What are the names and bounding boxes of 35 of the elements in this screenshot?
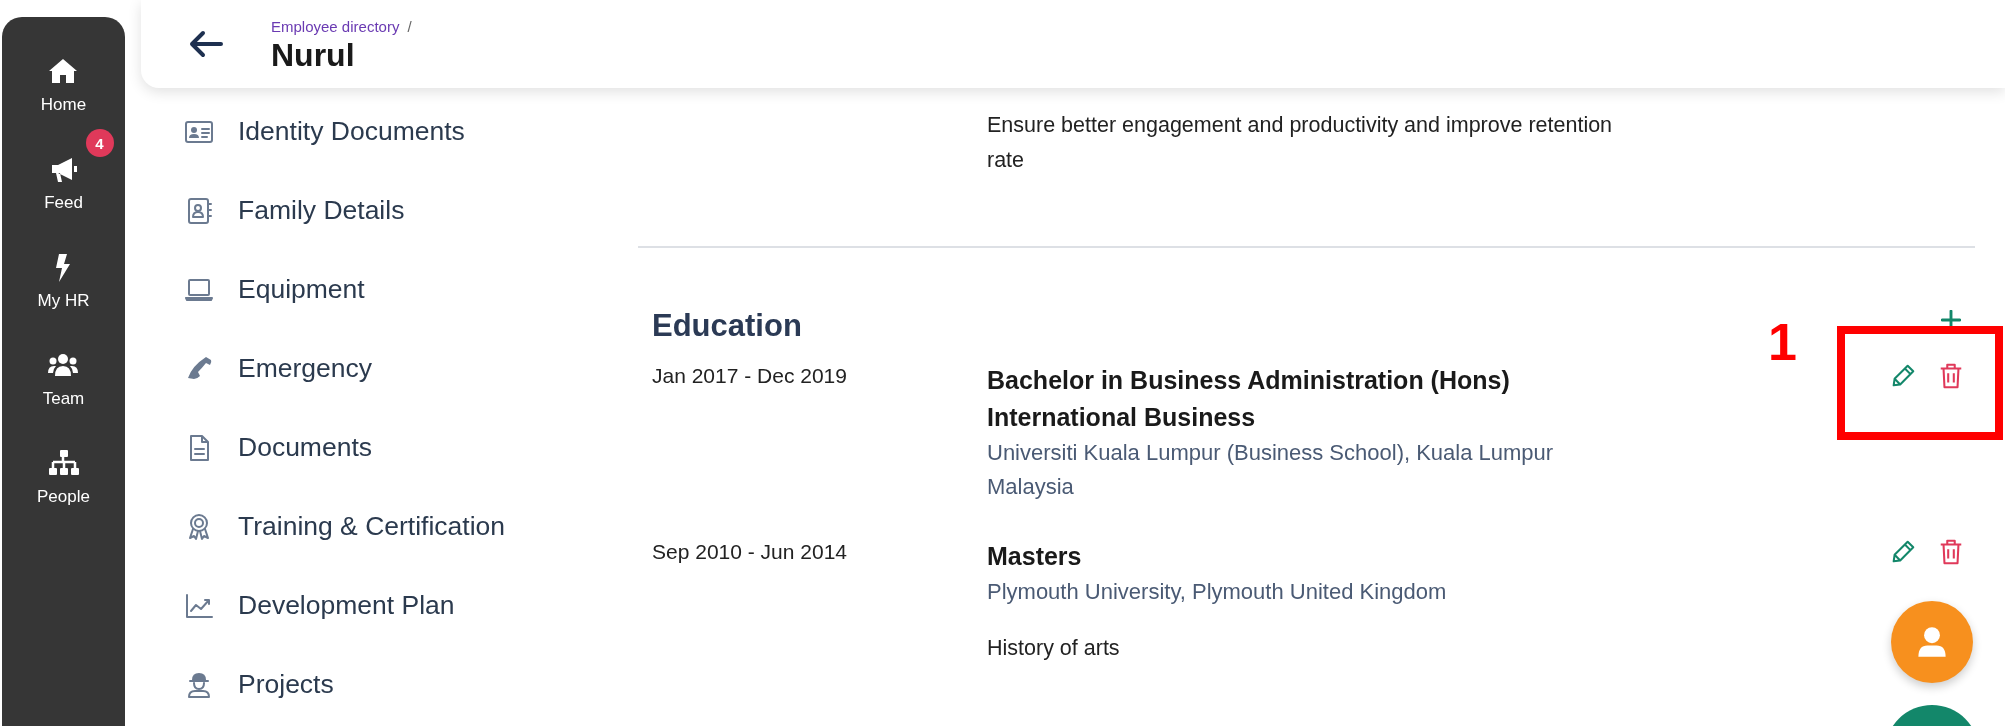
institution: Universiti Kuala Lumpur (Business School), Kuala Lumpur Malaysia — [987, 439, 1555, 501]
menu-item[interactable]: Training & Certification — [141, 487, 622, 566]
menu-item[interactable]: Development Plan — [141, 566, 622, 645]
entry-dates: Sep 2010 - Jun 2014 — [652, 539, 848, 565]
entry-dates: Jan 2017 - Dec 2019 — [652, 363, 848, 389]
menu-item[interactable]: Documents — [141, 408, 622, 487]
nav-item[interactable]: Team — [42, 349, 85, 447]
entry-description: History of arts — [987, 635, 1121, 662]
org-chart-icon — [47, 448, 80, 478]
nav-item[interactable]: People — [37, 447, 90, 545]
nav-label: My HR — [37, 291, 90, 311]
menu-item[interactable]: Emergency — [141, 329, 622, 408]
notification-badge: 4 — [85, 129, 114, 157]
annotation-number: 1 — [1768, 312, 1797, 372]
back-arrow-icon[interactable] — [189, 30, 223, 58]
degree-title: Masters — [987, 541, 1083, 572]
entry-description: Ensure better engagement and productivity and improve retention rate — [987, 112, 1614, 174]
page-title: Nurul — [271, 37, 356, 74]
nav-item[interactable]: Home — [40, 55, 87, 153]
nav-label: People — [37, 487, 90, 507]
nav-item[interactable]: My HR — [37, 251, 90, 349]
menu-item[interactable]: Projects — [141, 645, 622, 724]
breadcrumb-separator: / — [407, 18, 412, 35]
institution: Plymouth University, Plymouth United Kingdom — [987, 578, 1448, 606]
nav-label: Feed — [44, 193, 83, 213]
breadcrumb-link[interactable]: Employee directory — [271, 18, 400, 35]
nav-label: Team — [42, 389, 85, 409]
menu-item[interactable]: Identity Documents — [141, 92, 622, 171]
menu-item[interactable]: Equipment — [141, 250, 622, 329]
person-icon — [1915, 625, 1949, 659]
section-title: Education — [652, 308, 802, 344]
profile-fab[interactable] — [1891, 601, 1973, 683]
nav-label: Home — [40, 95, 87, 115]
degree-title: Bachelor in Business Administration (Hons) International Business — [987, 365, 1511, 433]
menu-item[interactable]: Family Details — [141, 171, 622, 250]
